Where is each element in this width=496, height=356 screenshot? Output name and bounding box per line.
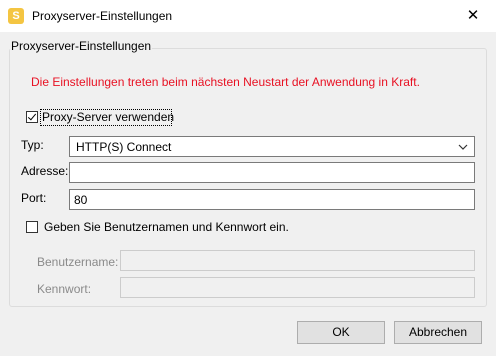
proxy-type-value: HTTP(S) Connect <box>76 140 172 154</box>
app-logo-icon: S <box>8 8 24 24</box>
port-label: Port: <box>21 191 47 205</box>
dialog-body: Proxyserver-Einstellungen Die Einstellun… <box>0 32 496 356</box>
group-title: Proxyserver-Einstellungen <box>10 39 153 53</box>
restart-notice: Die Einstellungen treten beim nächsten N… <box>31 75 420 89</box>
cancel-button[interactable]: Abbrechen <box>394 321 482 344</box>
use-proxy-checkbox[interactable] <box>26 111 38 123</box>
window-title: Proxyserver-Einstellungen <box>32 9 173 23</box>
type-label: Typ: <box>21 138 44 152</box>
port-input[interactable]: 80 <box>69 189 475 210</box>
port-value: 80 <box>74 193 88 207</box>
ok-button[interactable]: OK <box>297 321 385 344</box>
username-label: Benutzername: <box>37 255 119 269</box>
credentials-label[interactable]: Geben Sie Benutzernamen und Kennwort ein… <box>44 220 289 234</box>
password-input[interactable] <box>120 277 475 298</box>
credentials-checkbox[interactable] <box>26 221 38 233</box>
close-icon: ✕ <box>466 7 480 24</box>
address-label: Adresse: <box>21 164 69 178</box>
username-input[interactable] <box>120 250 475 271</box>
proxy-type-select[interactable]: HTTP(S) Connect <box>69 136 475 157</box>
chevron-down-icon <box>458 144 468 150</box>
password-label: Kennwort: <box>37 282 92 296</box>
close-button[interactable]: ✕ <box>450 0 496 32</box>
address-input[interactable] <box>69 162 475 183</box>
use-proxy-label[interactable]: Proxy-Server verwenden <box>42 110 174 124</box>
title-bar: S Proxyserver-Einstellungen ✕ <box>0 0 496 32</box>
